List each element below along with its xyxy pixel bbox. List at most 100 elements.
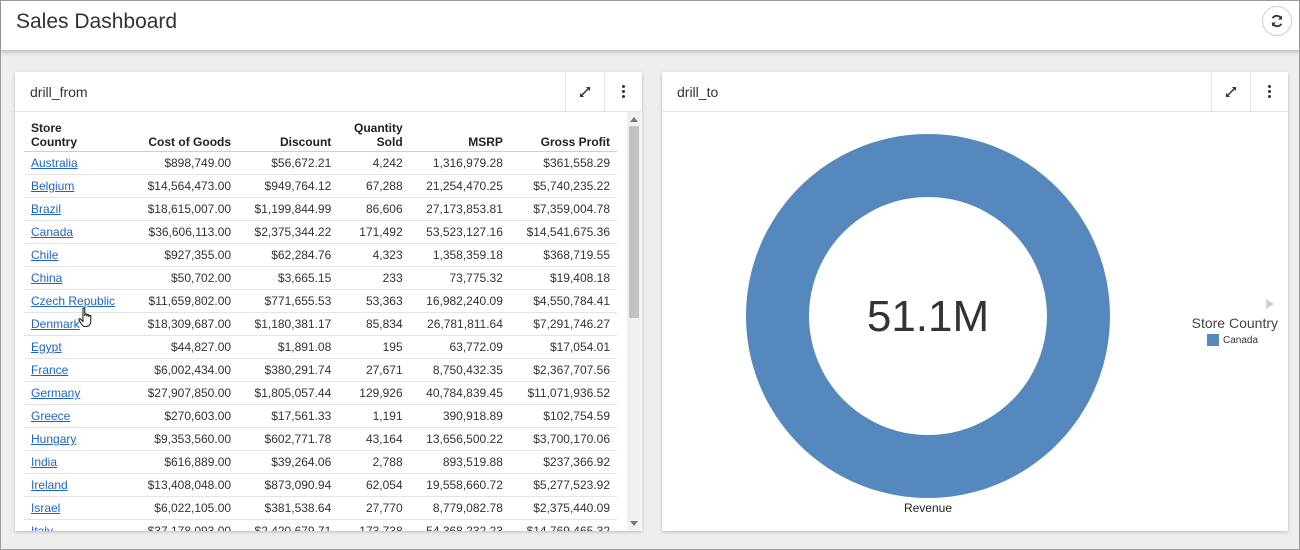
column-header[interactable]: Cost of Goods bbox=[126, 120, 239, 152]
value-cell: $361,558.29 bbox=[509, 151, 617, 175]
country-cell[interactable]: Egypt bbox=[24, 335, 127, 359]
country-link[interactable]: Hungary bbox=[31, 432, 76, 446]
table-row: Denmark $18,309,687.00 $1,180,381.17 85,834… bbox=[24, 312, 617, 336]
value-cell: $3,665.15 bbox=[238, 266, 339, 290]
column-header[interactable]: Quantity Sold bbox=[338, 120, 410, 152]
scroll-down-icon[interactable] bbox=[630, 521, 638, 526]
scroll-up-icon[interactable] bbox=[630, 117, 638, 122]
value-cell: 171,492 bbox=[338, 220, 410, 244]
value-cell: $17,054.01 bbox=[509, 335, 617, 359]
country-link[interactable]: Greece bbox=[31, 409, 70, 423]
expand-button[interactable] bbox=[1211, 72, 1249, 111]
refresh-button[interactable] bbox=[1262, 6, 1292, 36]
country-link[interactable]: Egypt bbox=[31, 340, 62, 354]
country-link[interactable]: Czech Republic bbox=[31, 294, 115, 308]
country-link[interactable]: China bbox=[31, 271, 62, 285]
panel-header: drill_from bbox=[15, 72, 642, 112]
country-cell[interactable]: Australia bbox=[24, 151, 127, 175]
value-cell: $4,550,784.41 bbox=[509, 289, 617, 313]
legend-item-label: Canada bbox=[1223, 334, 1259, 346]
data-table-container[interactable]: Store Country Cost of Goods Discount Quant… bbox=[24, 120, 624, 531]
value-cell: $270,603.00 bbox=[126, 404, 239, 428]
country-cell[interactable]: Israel bbox=[24, 496, 127, 520]
country-link[interactable]: Italy bbox=[31, 524, 53, 531]
country-link[interactable]: Belgium bbox=[31, 179, 74, 193]
country-link[interactable]: Brazil bbox=[31, 202, 61, 216]
page-title: Sales Dashboard bbox=[16, 10, 178, 33]
country-cell[interactable]: Italy bbox=[24, 519, 127, 531]
value-cell: $1,180,381.17 bbox=[238, 312, 339, 336]
table-scrollbar[interactable] bbox=[627, 112, 641, 531]
table-row: Israel $6,022,105.00 $381,538.64 27,770 8,77… bbox=[24, 496, 617, 520]
country-link[interactable]: France bbox=[31, 363, 68, 377]
country-cell[interactable]: Germany bbox=[24, 381, 127, 405]
data-table: Store Country Cost of Goods Discount Quant… bbox=[24, 120, 617, 531]
country-cell[interactable]: Greece bbox=[24, 404, 127, 428]
value-cell: 26,781,811.64 bbox=[409, 312, 510, 336]
value-cell: $14,564,473.00 bbox=[126, 174, 239, 198]
column-header[interactable]: Discount bbox=[238, 120, 339, 152]
value-cell: $19,408.18 bbox=[509, 266, 617, 290]
value-cell: 53,363 bbox=[338, 289, 410, 313]
country-cell[interactable]: Brazil bbox=[24, 197, 127, 221]
country-cell[interactable]: China bbox=[24, 266, 127, 290]
value-cell: $2,375,440.09 bbox=[509, 496, 617, 520]
value-cell: $3,700,170.06 bbox=[509, 427, 617, 451]
value-cell: 54,368,232.23 bbox=[409, 519, 510, 531]
value-cell: 43,164 bbox=[338, 427, 410, 451]
value-cell: 27,173,853.81 bbox=[409, 197, 510, 221]
country-cell[interactable]: Denmark bbox=[24, 312, 127, 336]
value-cell: $27,907,850.00 bbox=[126, 381, 239, 405]
country-cell[interactable]: Czech Republic bbox=[24, 289, 127, 313]
value-cell: 8,750,432.35 bbox=[409, 358, 510, 382]
expand-button[interactable] bbox=[565, 72, 603, 111]
country-link[interactable]: Germany bbox=[31, 386, 80, 400]
country-cell[interactable]: Hungary bbox=[24, 427, 127, 451]
value-cell: 13,656,500.22 bbox=[409, 427, 510, 451]
legend-collapse-icon[interactable] bbox=[1266, 299, 1274, 309]
scroll-thumb[interactable] bbox=[629, 126, 639, 318]
column-header[interactable]: Store Country bbox=[24, 120, 127, 152]
value-cell: $2,367,707.56 bbox=[509, 358, 617, 382]
value-cell: 40,784,839.45 bbox=[409, 381, 510, 405]
more-options-button[interactable] bbox=[1250, 72, 1288, 111]
value-cell: $18,615,007.00 bbox=[126, 197, 239, 221]
legend-item[interactable]: Canada bbox=[1207, 334, 1258, 346]
country-cell[interactable]: Ireland bbox=[24, 473, 127, 497]
country-link[interactable]: Ireland bbox=[31, 478, 68, 492]
country-link[interactable]: Israel bbox=[31, 501, 60, 515]
country-link[interactable]: Denmark bbox=[31, 317, 80, 331]
value-cell: $771,655.53 bbox=[238, 289, 339, 313]
value-cell: $237,366.92 bbox=[509, 450, 617, 474]
country-cell[interactable]: Belgium bbox=[24, 174, 127, 198]
value-cell: 1,191 bbox=[338, 404, 410, 428]
expand-icon bbox=[579, 86, 590, 97]
more-options-button[interactable] bbox=[604, 72, 642, 111]
column-header[interactable]: Gross Profit bbox=[509, 120, 617, 152]
value-cell: $7,291,746.27 bbox=[509, 312, 617, 336]
country-link[interactable]: Canada bbox=[31, 225, 73, 239]
table-row: Germany $27,907,850.00 $1,805,057.44 129,92… bbox=[24, 381, 617, 405]
country-cell[interactable]: Chile bbox=[24, 243, 127, 267]
value-cell: $56,672.21 bbox=[238, 151, 339, 175]
country-link[interactable]: India bbox=[31, 455, 57, 469]
table-row: France $6,002,434.00 $380,291.74 27,671 8,75… bbox=[24, 358, 617, 382]
country-cell[interactable]: Canada bbox=[24, 220, 127, 244]
value-cell: $927,355.00 bbox=[126, 243, 239, 267]
country-link[interactable]: Chile bbox=[31, 248, 58, 262]
drill-to-panel: drill_to 51.1M Revenue Store Country Can… bbox=[662, 72, 1288, 531]
value-cell: $7,359,004.78 bbox=[509, 197, 617, 221]
country-link[interactable]: Australia bbox=[31, 156, 78, 170]
country-cell[interactable]: France bbox=[24, 358, 127, 382]
value-cell: 173,738 bbox=[338, 519, 410, 531]
value-cell: 62,054 bbox=[338, 473, 410, 497]
value-cell: $9,353,560.00 bbox=[126, 427, 239, 451]
value-cell: $2,420,679.71 bbox=[238, 519, 339, 531]
value-cell: $17,561.33 bbox=[238, 404, 339, 428]
value-cell: $1,199,844.99 bbox=[238, 197, 339, 221]
more-vertical-icon bbox=[622, 85, 625, 98]
panel-title: drill_to bbox=[677, 84, 719, 100]
country-cell[interactable]: India bbox=[24, 450, 127, 474]
value-cell: $602,771.78 bbox=[238, 427, 339, 451]
column-header[interactable]: MSRP bbox=[409, 120, 510, 152]
